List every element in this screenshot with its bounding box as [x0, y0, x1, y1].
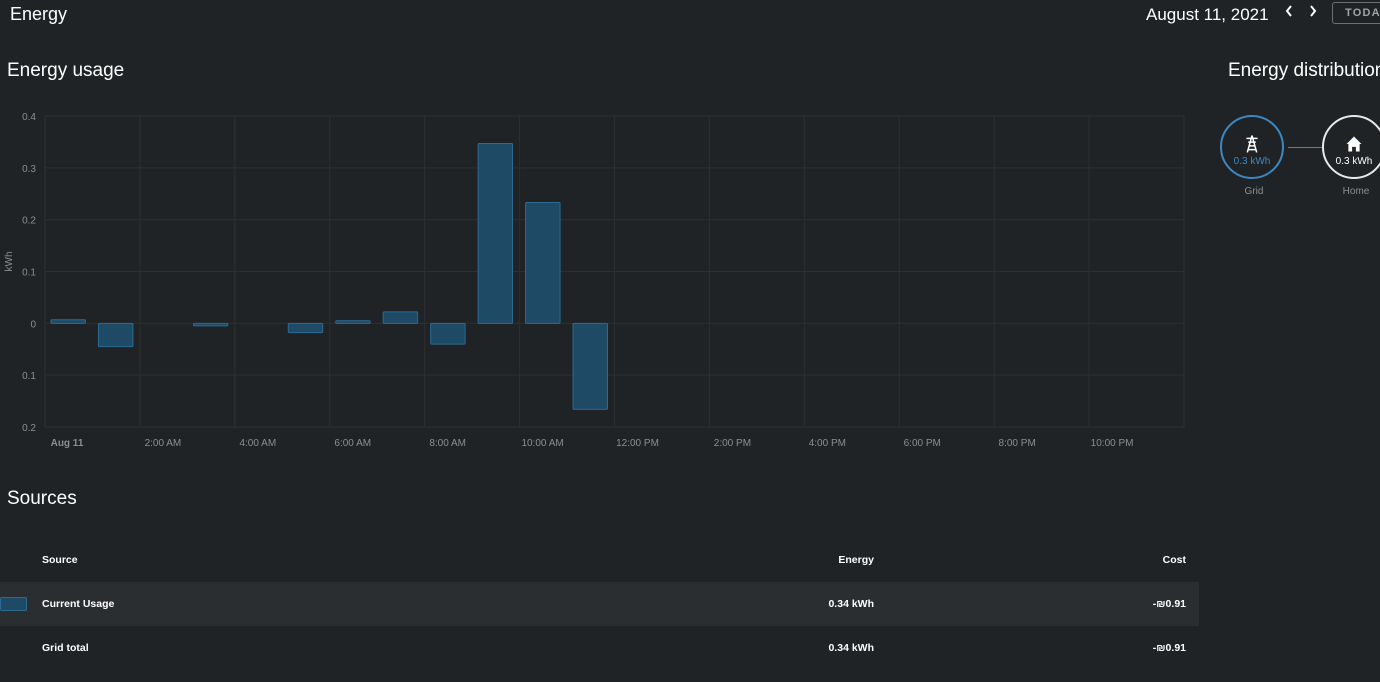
chart-bar	[287, 322, 324, 334]
table-row[interactable]: Current Usage 0.34 kWh -₪0.91	[0, 582, 1199, 626]
chevron-right-icon	[1310, 5, 1317, 17]
y-tick-label: 0.1	[22, 371, 36, 382]
x-tick-label: 2:00 AM	[145, 438, 182, 449]
y-tick-label: 0.4	[22, 112, 36, 123]
header-cost: Cost	[1162, 554, 1186, 566]
y-tick-label: 0.2	[22, 216, 36, 227]
source-color-swatch	[0, 597, 27, 611]
x-tick-label: 10:00 PM	[1091, 438, 1134, 449]
home-label: Home	[1342, 186, 1370, 197]
chevron-left-icon	[1285, 5, 1292, 17]
today-button[interactable]: TODAY	[1332, 2, 1380, 24]
selected-date[interactable]: August 11, 2021	[1146, 5, 1269, 25]
chart-bar	[382, 311, 419, 324]
chart-bar	[477, 142, 514, 324]
total-label: Grid total	[42, 642, 89, 654]
grid-node[interactable]: 0.3 kWh	[1220, 115, 1284, 179]
grid-energy-value: 0.3 kWh	[1233, 156, 1271, 167]
chart-bar	[335, 320, 371, 324]
header-source: Source	[42, 554, 78, 566]
x-tick-label: 6:00 PM	[904, 438, 941, 449]
table-total-row: Grid total 0.34 kWh -₪0.91	[0, 626, 1199, 670]
chart-bar	[430, 322, 466, 345]
chart-bar	[97, 322, 134, 348]
x-tick-label: 6:00 AM	[334, 438, 371, 449]
chart-bar	[50, 319, 86, 324]
y-tick-label: 0.3	[22, 164, 36, 175]
top-bar: Energy August 11, 2021 TODAY	[0, 0, 1380, 30]
chart-bar	[525, 202, 561, 324]
home-energy-value: 0.3 kWh	[1335, 156, 1373, 167]
x-tick-label: 8:00 AM	[429, 438, 466, 449]
x-tick-label: 12:00 PM	[616, 438, 659, 449]
transmission-tower-icon	[1246, 135, 1258, 153]
grid-to-home-flow	[1288, 147, 1322, 148]
source-energy: 0.34 kWh	[828, 598, 874, 610]
x-tick-label: 4:00 PM	[809, 438, 846, 449]
page-title: Energy	[10, 4, 68, 24]
y-tick-label: 0.1	[22, 268, 36, 279]
source-cost: -₪0.91	[1152, 598, 1186, 610]
grid-label: Grid	[1244, 186, 1264, 197]
energy-usage-chart: 0.4 0.3 0.2 0.1 0 0.1 0.2 kWh Aug 11 2:00 AM 4:00 …	[4, 112, 1185, 449]
y-tick-label: 0.2	[22, 423, 36, 434]
prev-period-button[interactable]	[1280, 4, 1298, 24]
y-tick-label: 0	[30, 319, 36, 330]
table-header: Source Energy Cost	[0, 538, 1199, 582]
energy-distribution-title: Energy distribution	[1228, 60, 1380, 81]
chart-bar	[192, 322, 229, 327]
home-node[interactable]: 0.3 kWh	[1322, 115, 1380, 179]
x-tick-label: 8:00 PM	[999, 438, 1036, 449]
next-period-button[interactable]	[1304, 4, 1322, 24]
energy-usage-title: Energy usage	[7, 60, 125, 81]
x-tick-label: 10:00 AM	[521, 438, 563, 449]
x-tick-label: Aug 11	[51, 438, 84, 449]
x-tick-label: 2:00 PM	[714, 438, 751, 449]
total-energy: 0.34 kWh	[828, 642, 874, 654]
y-axis-label: kWh	[4, 252, 15, 272]
chart-bar	[572, 322, 609, 410]
home-icon	[1346, 136, 1362, 152]
source-name: Current Usage	[42, 598, 115, 610]
sources-table: Source Energy Cost Current Usage 0.34 kW…	[0, 538, 1199, 670]
x-tick-label: 4:00 AM	[239, 438, 276, 449]
sources-title: Sources	[7, 488, 77, 509]
header-energy: Energy	[838, 554, 874, 566]
total-cost: -₪0.91	[1152, 642, 1186, 654]
